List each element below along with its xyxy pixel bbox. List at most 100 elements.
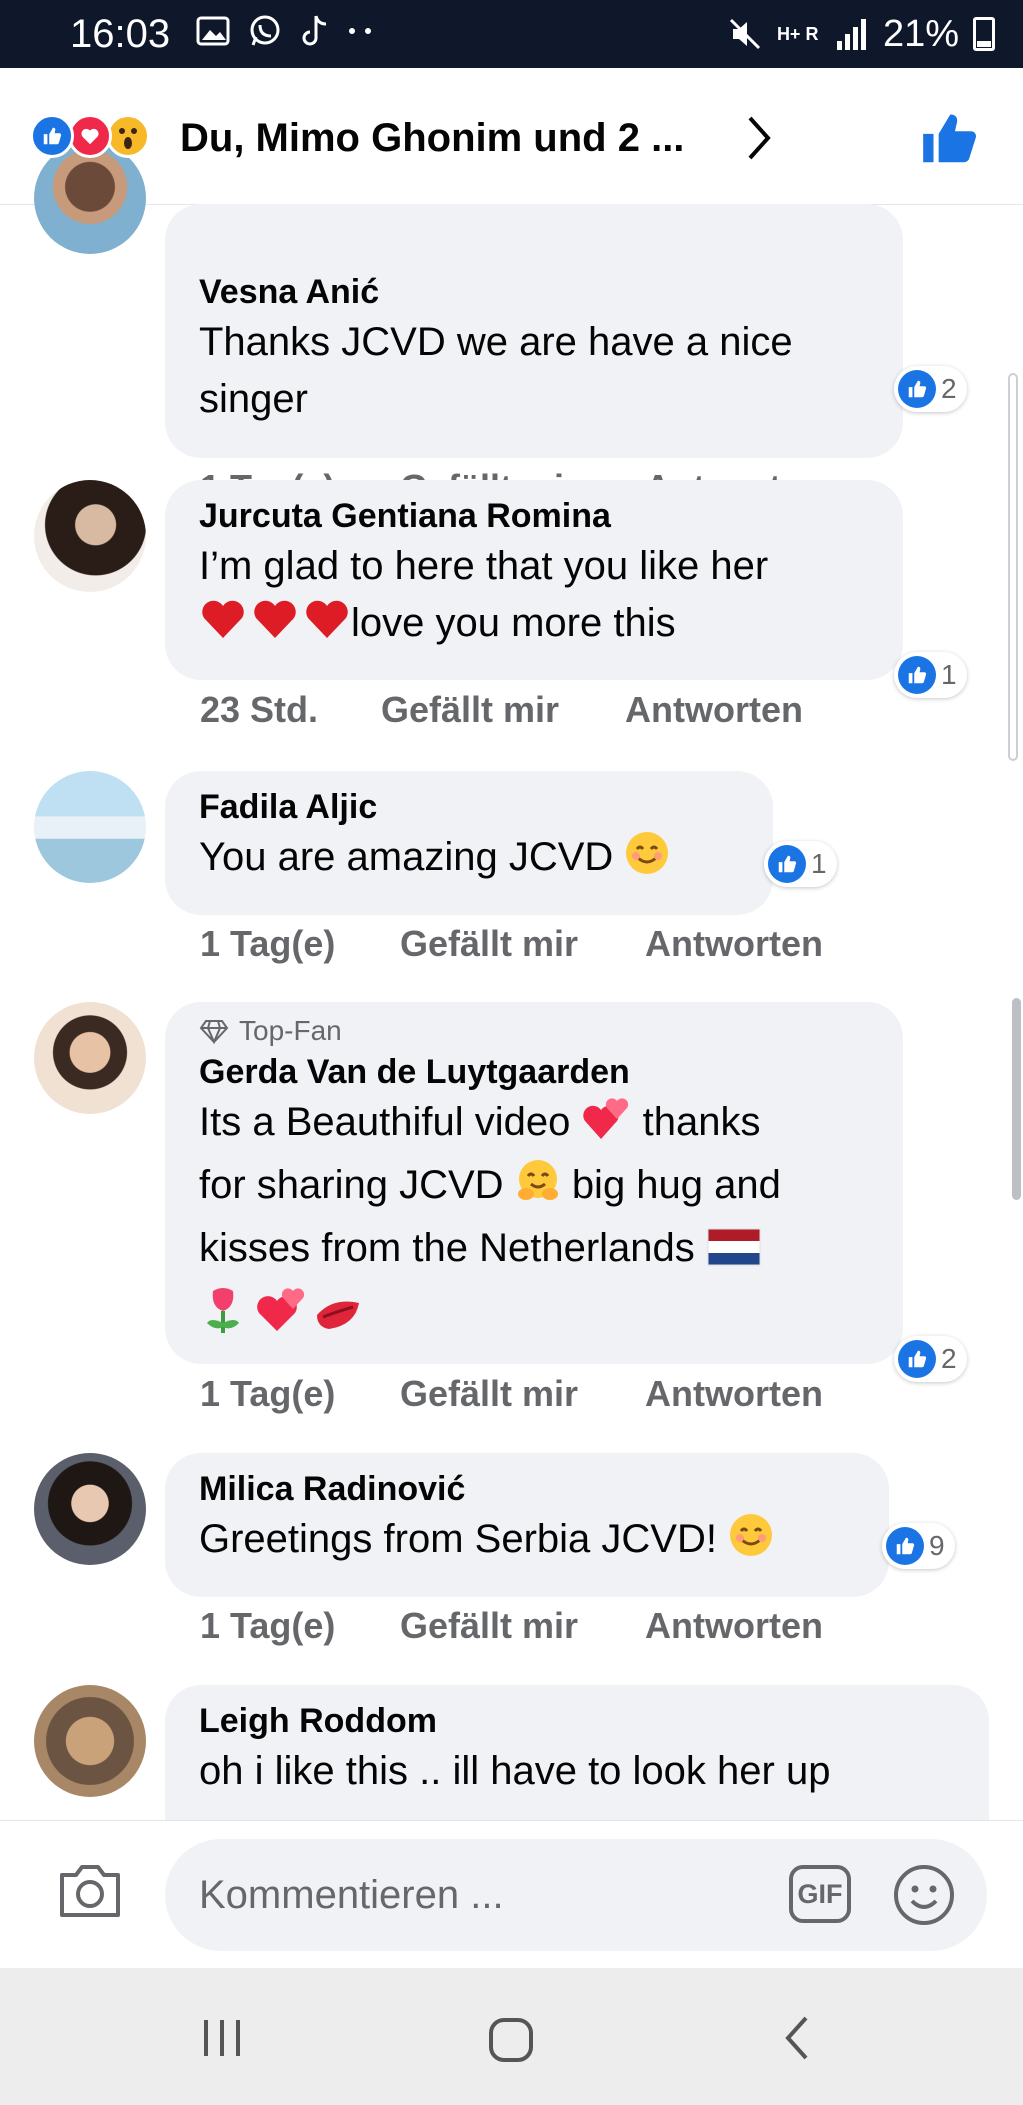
comment-bubble[interactable]: Milica Radinović Greetings from Serbia J…: [165, 1453, 889, 1597]
comment-author[interactable]: Jurcuta Gentiana Romina: [199, 494, 869, 538]
comment-text-line1: I’m glad to here that you like her: [199, 544, 769, 588]
comment-text-part: Its a Beauthiful video: [199, 1100, 571, 1144]
battery-percent: 21%: [882, 13, 959, 55]
comment-bubble[interactable]: Vesna Anić Thanks JCVD we are have a nic…: [165, 204, 903, 458]
home-icon[interactable]: [487, 2016, 535, 2064]
comment-like-count[interactable]: 9: [882, 1523, 955, 1569]
comment-like-count[interactable]: 2: [894, 366, 967, 412]
battery-icon: [973, 17, 995, 51]
smiling-emoji: [624, 830, 670, 892]
comment-text: Its a Beauthiful video thanks for sharin…: [199, 1094, 869, 1351]
like-icon: [768, 845, 806, 883]
comment-input[interactable]: Kommentieren ... GIF: [165, 1839, 987, 1951]
netherlands-flag-emoji: [706, 1226, 762, 1283]
reaction-summary-text[interactable]: Du, Mimo Ghonim und 2 ...: [180, 114, 684, 162]
like-reaction-icon: [30, 114, 74, 158]
avatar[interactable]: [34, 771, 146, 883]
avatar[interactable]: [34, 1453, 146, 1565]
comment-author[interactable]: Gerda Van de Luytgaarden: [199, 1050, 869, 1094]
more-notifications-icon: [349, 28, 371, 34]
like-button[interactable]: Gefällt mir: [400, 1372, 645, 1416]
comment-bubble[interactable]: Jurcuta Gentiana Romina I’m glad to here…: [165, 480, 903, 680]
two-hearts-emoji: [581, 1095, 631, 1157]
scrollbar-thumb[interactable]: [1012, 998, 1021, 1200]
comment-author[interactable]: Leigh Roddom: [199, 1699, 955, 1743]
comments-sheet: Du, Mimo Ghonim und 2 ... Vesna Anić Tha…: [0, 68, 1023, 1968]
like-button[interactable]: Gefällt mir: [381, 688, 625, 732]
comment-text-content: Greetings from Serbia JCVD!: [199, 1517, 717, 1561]
reactions-header[interactable]: Du, Mimo Ghonim und 2 ...: [0, 68, 1023, 205]
status-time: 16:03: [70, 12, 171, 56]
comment-like-count[interactable]: 1: [764, 841, 837, 887]
comment-like-count[interactable]: 1: [894, 652, 967, 698]
comment-input-placeholder: Kommentieren ...: [199, 1873, 504, 1917]
tiktok-icon: [302, 15, 327, 46]
signal-icon: [836, 19, 866, 50]
network-indicator: H+ R: [776, 24, 819, 44]
like-icon: [898, 1340, 936, 1378]
system-nav-bar: [0, 1968, 1023, 2105]
comment-text-part: kisses from the Netherlands: [199, 1226, 695, 1270]
reply-button[interactable]: Antworten: [625, 688, 803, 732]
comment-text: Thanks JCVD we are have a nice singer: [199, 320, 793, 421]
comment-author[interactable]: Fadila Aljic: [199, 785, 739, 829]
horizontal-edge-indicator: [1008, 373, 1018, 761]
comment-time: 23 Std.: [200, 689, 319, 730]
comment-text: oh i like this .. ill have to look her u…: [199, 1749, 831, 1793]
hugging-emoji: [515, 1158, 561, 1220]
like-count: 9: [929, 1530, 945, 1561]
badge-label: Top-Fan: [239, 1015, 342, 1046]
comment-composer: Kommentieren ... GIF: [0, 1820, 1023, 1969]
comment-text: Greetings from Serbia JCVD!: [199, 1511, 855, 1574]
comment-text-line2: love you more this: [351, 601, 676, 645]
comment-actions: 23 Std. Gefällt mir Antworten: [200, 688, 803, 732]
comment-actions: 1 Tag(e) Gefällt mirAntworten: [200, 1372, 823, 1416]
status-right: H+ R 21%: [727, 12, 995, 56]
heart-emoji: [199, 596, 351, 658]
reply-button[interactable]: Antworten: [645, 922, 823, 966]
like-button[interactable]: Gefällt mir: [400, 922, 645, 966]
gif-button[interactable]: GIF: [789, 1865, 851, 1923]
comment-author[interactable]: Vesna Anić: [199, 270, 379, 314]
love-reaction-icon: [68, 114, 112, 158]
like-icon: [898, 370, 936, 408]
avatar[interactable]: [34, 480, 146, 592]
status-bar: 16:03 H+ R 21%: [0, 0, 1023, 68]
comment-text: I’m glad to here that you like her love …: [199, 538, 869, 658]
like-icon: [886, 1527, 924, 1565]
thumbs-up-icon[interactable]: [918, 108, 980, 170]
recent-apps-icon[interactable]: [200, 2018, 244, 2058]
comment-actions: 1 Tag(e) Gefällt mirAntworten: [200, 922, 823, 966]
avatar[interactable]: [34, 142, 146, 254]
chevron-right-icon[interactable]: [744, 112, 774, 164]
diamond-icon: [199, 1020, 229, 1044]
comment-author[interactable]: Milica Radinović: [199, 1467, 855, 1511]
like-button[interactable]: Gefällt mir: [400, 1604, 645, 1648]
avatar[interactable]: [34, 1002, 146, 1114]
comment-time: 1 Tag(e): [200, 923, 336, 964]
gallery-icon: [196, 16, 230, 46]
comment-bubble[interactable]: Top-Fan Gerda Van de Luytgaarden Its a B…: [165, 1002, 903, 1364]
camera-icon[interactable]: [56, 1861, 124, 1921]
comment-text-part: big hug and: [571, 1163, 781, 1207]
reaction-summary[interactable]: [30, 114, 160, 162]
avatar[interactable]: [34, 1685, 146, 1797]
notification-icons: [196, 14, 376, 48]
comment-time: 1 Tag(e): [200, 1605, 336, 1646]
reply-button[interactable]: Antworten: [645, 1604, 823, 1648]
comment-text-part: for sharing JCVD: [199, 1163, 504, 1207]
emoji-picker-icon[interactable]: [892, 1863, 956, 1927]
comment-actions: 1 Tag(e) Gefällt mirAntworten: [200, 1604, 823, 1648]
flowers-hearts-lips-emoji: [199, 1283, 369, 1351]
reply-button[interactable]: Antworten: [645, 1372, 823, 1416]
like-count: 2: [941, 1343, 957, 1374]
like-count: 1: [941, 659, 957, 690]
wow-reaction-icon: [106, 114, 150, 158]
back-icon[interactable]: [780, 2014, 812, 2062]
comment-text: You are amazing JCVD: [199, 829, 739, 892]
top-fan-badge: Top-Fan: [199, 1014, 869, 1048]
mute-icon: [729, 18, 760, 50]
comment-bubble[interactable]: Fadila Aljic You are amazing JCVD: [165, 771, 773, 915]
smiling-emoji: [728, 1512, 774, 1574]
comment-like-count[interactable]: 2: [894, 1336, 967, 1382]
